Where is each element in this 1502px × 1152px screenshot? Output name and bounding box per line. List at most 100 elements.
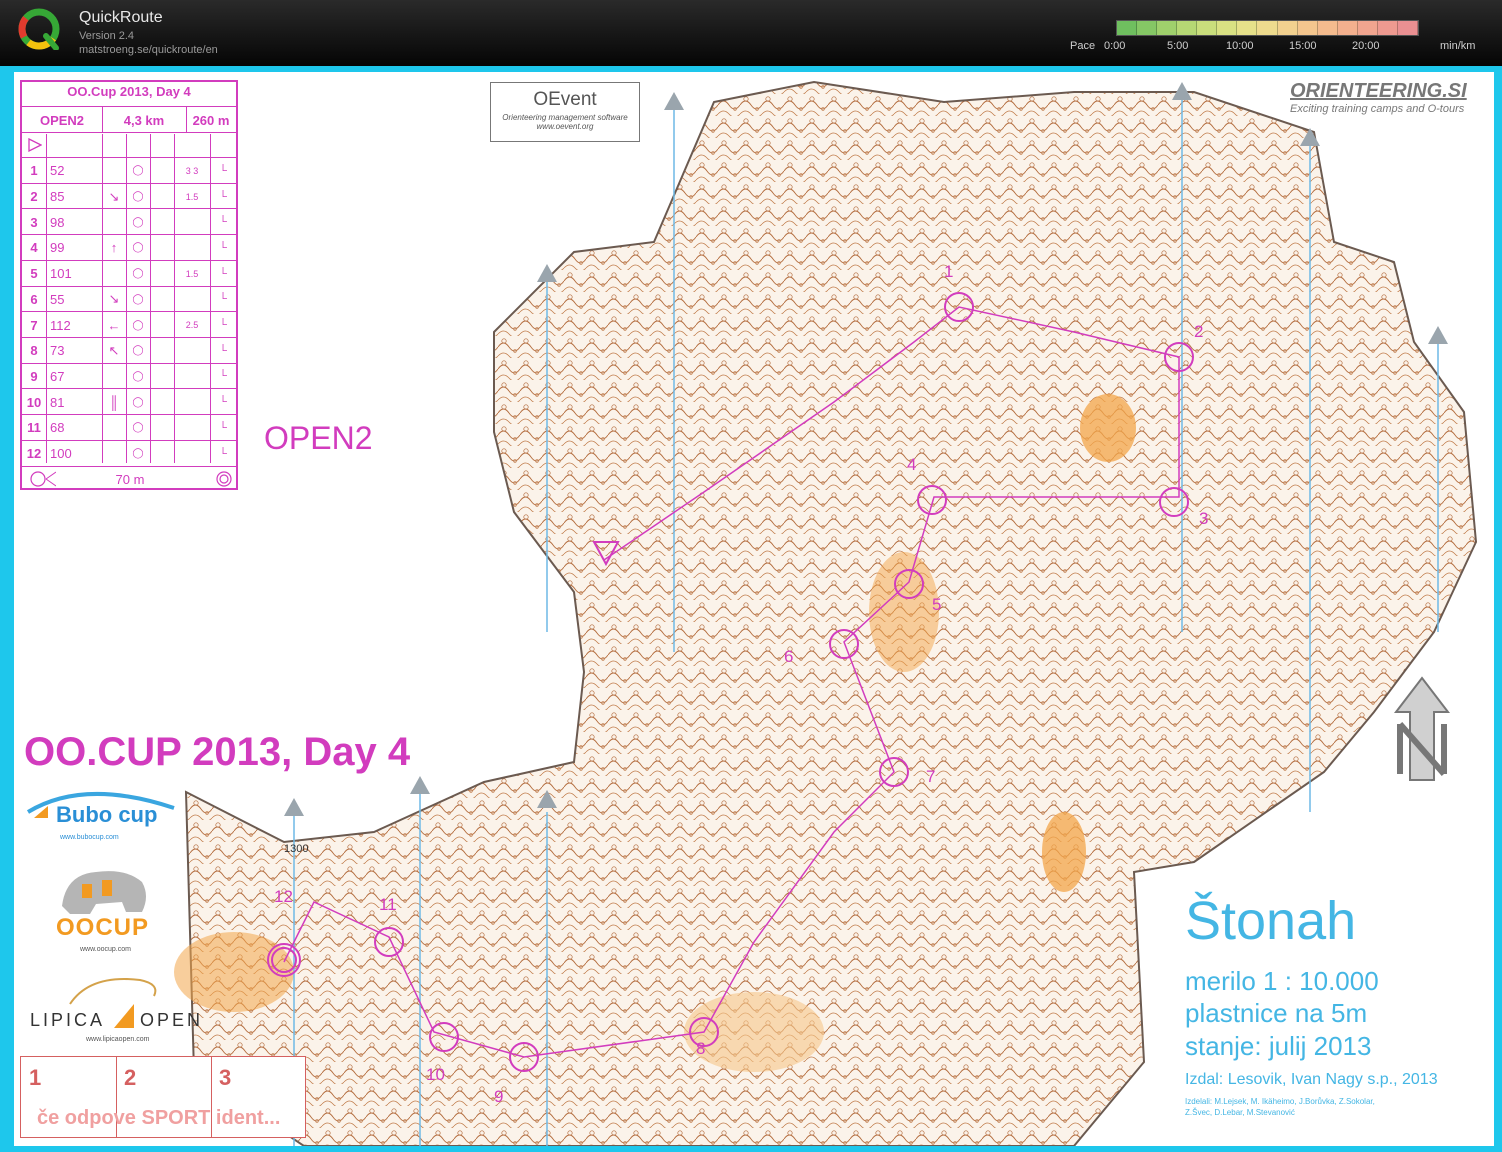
app-url-link[interactable]: matstroeng.se/quickroute/en — [79, 44, 218, 56]
control-row: 2 85 ↘ ◯ 1.5 └ — [22, 182, 236, 210]
finish-row: 70 m — [22, 466, 236, 491]
sportident-box-number: 2 — [124, 1065, 137, 1090]
location-symbol-icon: └ — [219, 267, 227, 280]
sportident-box-number: 1 — [29, 1065, 42, 1090]
control-number: 8 — [696, 1039, 705, 1058]
oevent-logo: OEvent Orienteering management software … — [490, 82, 640, 142]
finish-double-circle-icon — [216, 471, 232, 487]
lipica-open-logo: LIPICA OPEN — [30, 970, 210, 1030]
pace-color-segment — [1257, 21, 1278, 35]
control-row: 5 101 ◯ 1.5 └ — [22, 259, 236, 287]
direction-icon: ↖ — [108, 342, 120, 358]
control-row: 4 99 ↑ ◯ └ — [22, 234, 236, 261]
control-number-cell: 5 — [30, 266, 38, 282]
pace-tick: 20:00 — [1352, 40, 1380, 52]
map-name: Štonah — [1185, 891, 1357, 951]
course-info-row: OPEN2 4,3 km 260 m — [22, 106, 236, 133]
control-row: 3 98 ◯ └ — [22, 208, 236, 235]
bubo-name: Bubo cup — [56, 802, 158, 827]
pace-tick: 10:00 — [1226, 40, 1254, 52]
control-number-cell: 3 — [30, 214, 38, 230]
control-number: 3 — [1199, 509, 1208, 528]
control-size-cell: 3 3 — [185, 165, 199, 176]
quickroute-logo-icon — [18, 8, 60, 50]
feature-symbol-icon: ◯ — [132, 165, 144, 177]
control-number: 9 — [494, 1087, 503, 1106]
control-code-cell: 81 — [50, 394, 65, 410]
location-symbol-icon: └ — [219, 421, 227, 434]
pace-unit: min/km — [1440, 40, 1476, 52]
control-number: 10 — [426, 1065, 445, 1084]
control-number: 6 — [784, 647, 793, 666]
direction-icon — [102, 415, 126, 441]
control-number-cell: 9 — [30, 368, 38, 384]
control-size-cell — [174, 235, 210, 261]
direction-icon — [102, 209, 126, 235]
start-triangle-icon — [28, 138, 42, 152]
direction-icon: ║ — [109, 394, 119, 410]
feature-symbol-icon: ◯ — [132, 268, 144, 280]
feature-symbol-icon: ◯ — [132, 448, 144, 460]
direction-icon — [102, 158, 126, 184]
pace-tick: 15:00 — [1289, 40, 1317, 52]
oocup-logo: OOCUP — [56, 866, 151, 946]
control-number-cell: 10 — [26, 394, 42, 410]
app-header: QuickRoute Version 2.4 matstroeng.se/qui… — [0, 0, 1502, 66]
direction-icon: ↘ — [108, 291, 120, 307]
control-row: 7 112 ← ◯ 2.5 └ — [22, 311, 236, 338]
location-symbol-icon: └ — [219, 370, 227, 383]
finish-distance: 70 m — [115, 471, 145, 487]
direction-icon — [102, 364, 126, 390]
map-contours: plastnice na 5m — [1185, 998, 1368, 1028]
app-version: Version 2.4 — [79, 30, 135, 42]
control-number: 5 — [932, 595, 941, 614]
feature-symbol-icon: ◯ — [132, 216, 144, 228]
feature-symbol-icon: ◯ — [132, 370, 144, 382]
control-size-cell — [174, 209, 210, 235]
brand-tagline: Exciting training camps and O-tours — [1290, 103, 1465, 115]
oevent-name: OEvent — [533, 89, 597, 110]
control-size-cell — [174, 415, 210, 441]
control-code-cell: 85 — [50, 189, 65, 205]
control-size-cell: 1.5 — [185, 191, 199, 202]
pace-color-segment — [1117, 21, 1138, 35]
control-code-cell: 100 — [50, 446, 72, 462]
control-size-cell — [174, 364, 210, 390]
control-row: 10 81 ║ ◯ └ — [22, 388, 236, 415]
control-row: 11 68 ◯ └ — [22, 414, 236, 441]
feature-symbol-icon: ◯ — [132, 319, 144, 331]
start-row — [22, 132, 236, 158]
class-label: OPEN2 — [264, 420, 373, 456]
control-row: 8 73 ↖ ◯ └ — [22, 336, 236, 364]
location-symbol-icon: └ — [219, 293, 227, 306]
bubo-url: www.bubocup.com — [60, 834, 119, 841]
feature-symbol-icon: ◯ — [132, 422, 144, 434]
control-number-cell: 4 — [30, 240, 38, 256]
feature-symbol-icon: ◯ — [132, 242, 144, 254]
control-number-cell: 8 — [30, 343, 38, 359]
pace-color-segment — [1197, 21, 1218, 35]
oevent-url: www.oevent.org — [536, 122, 594, 131]
control-number-cell: 7 — [30, 317, 38, 333]
elevation-label: 1300 — [284, 843, 308, 855]
control-number-cell: 2 — [30, 189, 38, 205]
pace-color-segment — [1317, 21, 1338, 35]
control-code-cell: 67 — [50, 368, 65, 384]
control-code-cell: 112 — [50, 317, 71, 333]
location-symbol-icon: └ — [219, 396, 227, 409]
pace-color-segment — [1297, 21, 1318, 35]
oevent-tagline: Orienteering management software — [502, 113, 628, 122]
control-size-cell: 1.5 — [185, 268, 199, 279]
control-code-cell: 101 — [50, 266, 72, 282]
feature-symbol-icon: ◯ — [132, 191, 144, 203]
direction-icon: ↘ — [108, 188, 120, 204]
location-symbol-icon: └ — [219, 190, 227, 203]
sportident-note: če odpove SPORT ident... — [37, 1107, 281, 1129]
map-scale: merilo 1 : 10.000 — [1185, 966, 1379, 996]
direction-icon: ← — [107, 317, 121, 333]
event-title: OO.CUP 2013, Day 4 — [24, 730, 411, 774]
control-code-cell: 99 — [50, 240, 65, 256]
map-status: stanje: julij 2013 — [1185, 1031, 1372, 1061]
location-symbol-icon: └ — [219, 319, 227, 332]
control-number: 7 — [926, 767, 935, 786]
